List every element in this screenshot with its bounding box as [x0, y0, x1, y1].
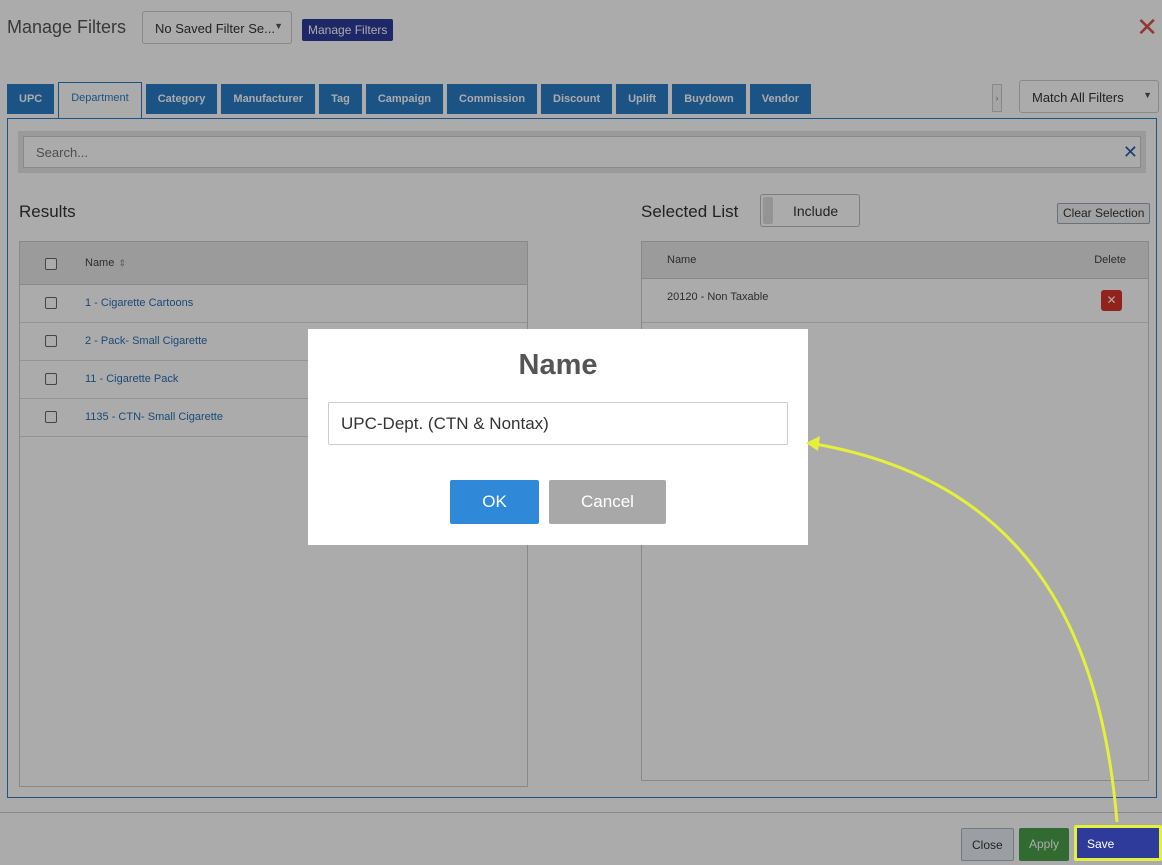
filter-name-input[interactable] — [328, 402, 788, 445]
ok-button[interactable]: OK — [450, 480, 539, 524]
save-filters-button[interactable]: Save Filters — [1074, 825, 1162, 861]
modal-title: Name — [518, 349, 598, 381]
name-modal: Name OK Cancel — [308, 329, 808, 545]
cancel-button[interactable]: Cancel — [549, 480, 666, 524]
manage-filters-dialog: Manage Filters No Saved Filter Se... ▼ M… — [0, 0, 1162, 865]
